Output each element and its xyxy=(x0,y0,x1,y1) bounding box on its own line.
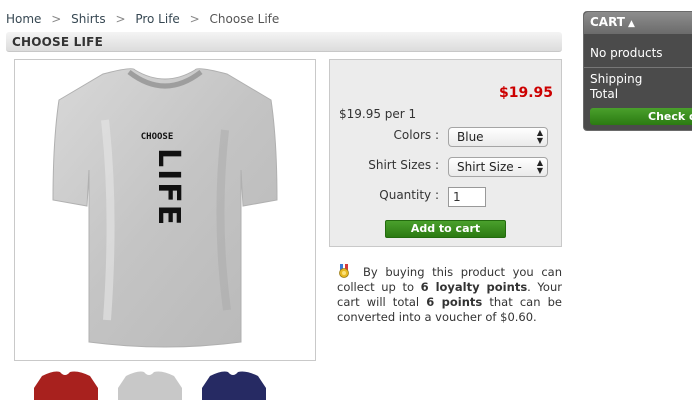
breadcrumb-prolife-link[interactable]: Pro Life xyxy=(135,12,179,26)
thumbnail-gray-shirt xyxy=(118,371,182,400)
cart-header[interactable]: CART ▲ xyxy=(584,12,692,34)
thumbnail-navy-shirt xyxy=(202,371,266,400)
thumbnail-navy[interactable] xyxy=(200,368,266,400)
loyalty-message: By buying this product you can collect u… xyxy=(337,264,562,325)
size-select-value: Shirt Size - xyxy=(457,160,522,174)
breadcrumb-home-link[interactable]: Home xyxy=(6,12,41,26)
checkout-button[interactable]: Check out xyxy=(590,108,692,125)
cart-divider xyxy=(584,67,692,68)
breadcrumb-current: Choose Life xyxy=(209,12,280,26)
cart-block: CART▲ No products Shipping Total Check o… xyxy=(583,11,692,131)
loyalty-points-collect: 6 loyalty points xyxy=(420,280,528,294)
cart-empty-message: No products xyxy=(590,46,663,60)
cart-shipping-label: Shipping xyxy=(590,72,643,86)
breadcrumb-shirts-link[interactable]: Shirts xyxy=(71,12,105,26)
loyalty-points-total: 6 points xyxy=(426,295,483,309)
color-select-value: Blue xyxy=(457,130,484,144)
buy-box: $19.95 $19.95 per 1 Colors : Blue ▲ ▼ Shi… xyxy=(329,59,562,247)
select-arrows-icon: ▲ ▼ xyxy=(536,128,543,145)
collapse-caret-icon: ▲ xyxy=(627,19,635,29)
cart-title: CART xyxy=(590,15,625,29)
breadcrumb: Home > Shirts > Pro Life > Choose Life xyxy=(6,12,279,26)
breadcrumb-separator: > xyxy=(115,12,126,26)
unit-price: $19.95 per 1 xyxy=(339,107,417,121)
product-image[interactable]: CHOOSE LIFE xyxy=(14,59,316,361)
breadcrumb-separator: > xyxy=(51,12,62,26)
cart-total-label: Total xyxy=(590,87,619,101)
size-select[interactable]: Shirt Size - ▲ ▼ xyxy=(448,157,548,177)
quantity-label: Quantity : xyxy=(379,188,439,202)
breadcrumb-separator: > xyxy=(189,12,200,26)
shirt-text-choose: CHOOSE xyxy=(141,132,174,142)
tshirt-image: CHOOSE LIFE xyxy=(52,68,278,348)
color-select[interactable]: Blue ▲ ▼ xyxy=(448,127,548,147)
colors-label: Colors : xyxy=(393,128,439,142)
add-to-cart-button[interactable]: Add to cart xyxy=(385,220,506,238)
product-price: $19.95 xyxy=(498,85,553,101)
thumbnail-red-shirt xyxy=(34,371,98,400)
thumbnail-gray[interactable] xyxy=(116,368,182,400)
shirt-text-life: LIFE xyxy=(151,148,186,227)
thumbnail-red[interactable] xyxy=(32,368,98,400)
sizes-label: Shirt Sizes : xyxy=(368,158,439,172)
loyalty-medal-icon xyxy=(339,264,349,278)
page-title: CHOOSE LIFE xyxy=(6,32,562,52)
select-arrows-icon: ▲ ▼ xyxy=(536,158,543,175)
quantity-input[interactable]: 1 xyxy=(448,187,486,207)
